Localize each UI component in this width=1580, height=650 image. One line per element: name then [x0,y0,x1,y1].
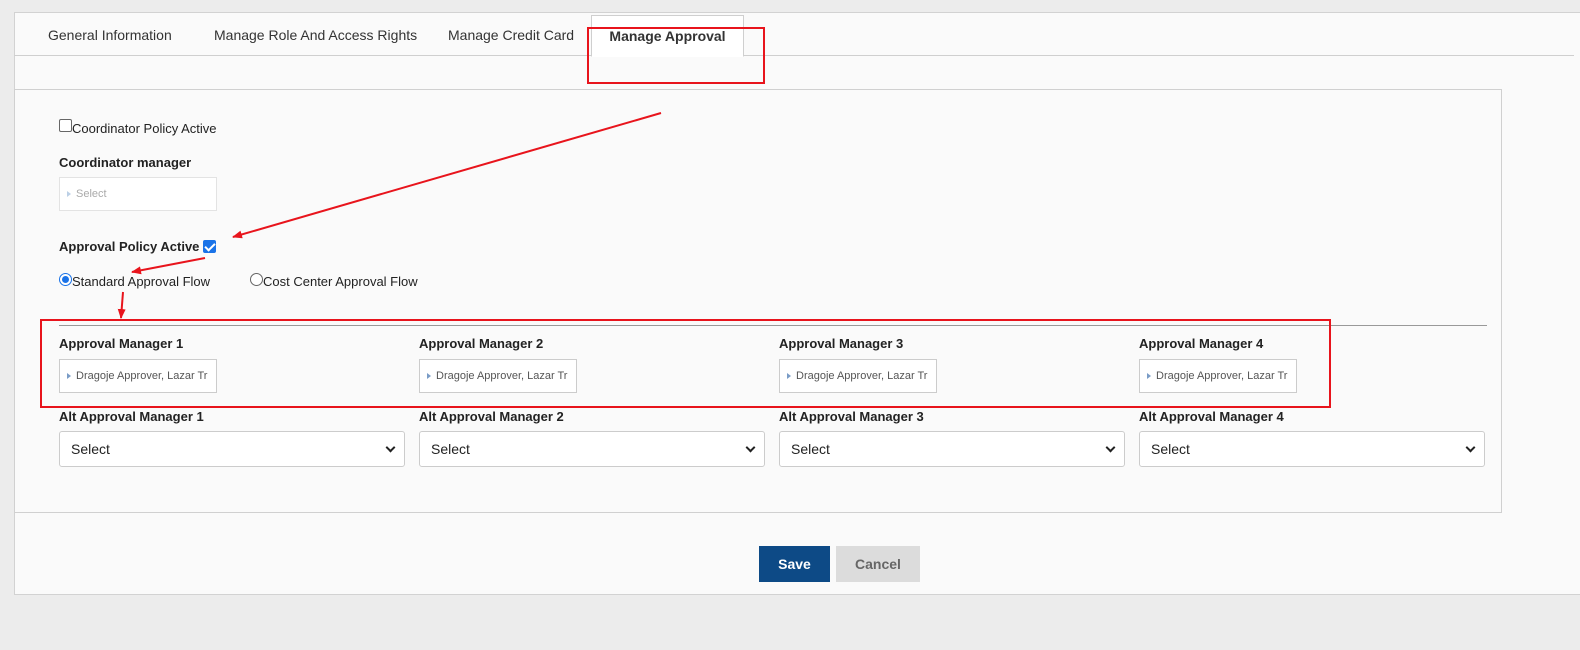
alt-approval-manager-2-label: Alt Approval Manager 2 [419,409,564,424]
alt-approval-manager-1-label: Alt Approval Manager 1 [59,409,204,424]
alt-approval-manager-2-value: Select [431,441,470,457]
alt-approval-manager-4-select[interactable]: Select [1139,431,1485,467]
coordinator-manager-placeholder: Select [76,188,107,200]
alt-approval-manager-3-label: Alt Approval Manager 3 [779,409,924,424]
annotation-box-tab [587,27,765,84]
alt-approval-manager-4-label: Alt Approval Manager 4 [1139,409,1284,424]
tab-bar: General Information Manage Role And Acce… [14,15,1574,57]
approval-policy-checkbox[interactable] [203,240,216,253]
alt-approval-manager-3-select[interactable]: Select [779,431,1125,467]
chevron-down-icon [1105,442,1116,453]
standard-flow-label: Standard Approval Flow [72,274,211,289]
annotation-box-managers [40,319,1331,408]
tab-general-information[interactable]: General Information [48,15,172,56]
coordinator-manager-picker[interactable]: Select [59,177,217,211]
alt-approval-manager-1-value: Select [71,441,110,457]
save-button[interactable]: Save [759,546,830,582]
alt-approval-manager-2-select[interactable]: Select [419,431,765,467]
tab-manage-role-access-rights[interactable]: Manage Role And Access Rights [214,15,417,56]
alt-approval-manager-4-value: Select [1151,441,1190,457]
cancel-button[interactable]: Cancel [836,546,920,582]
chevron-down-icon [385,442,396,453]
chevron-down-icon [745,442,756,453]
chevron-down-icon [1465,442,1476,453]
coordinator-policy-label: Coordinator Policy Active [72,121,217,136]
coordinator-policy-checkbox[interactable] [59,119,72,132]
approval-policy-label: Approval Policy Active [59,239,200,254]
tab-manage-credit-card[interactable]: Manage Credit Card [448,15,574,56]
coordinator-manager-label: Coordinator manager [59,155,192,170]
cost-center-flow-radio[interactable] [250,273,263,286]
standard-flow-radio[interactable] [59,273,72,286]
alt-approval-manager-1-select[interactable]: Select [59,431,405,467]
alt-approval-manager-3-value: Select [791,441,830,457]
approval-settings-form: Coordinator Policy Active Coordinator ma… [14,89,1502,513]
expand-arrow-icon [67,191,71,197]
cost-center-flow-label: Cost Center Approval Flow [263,274,418,289]
